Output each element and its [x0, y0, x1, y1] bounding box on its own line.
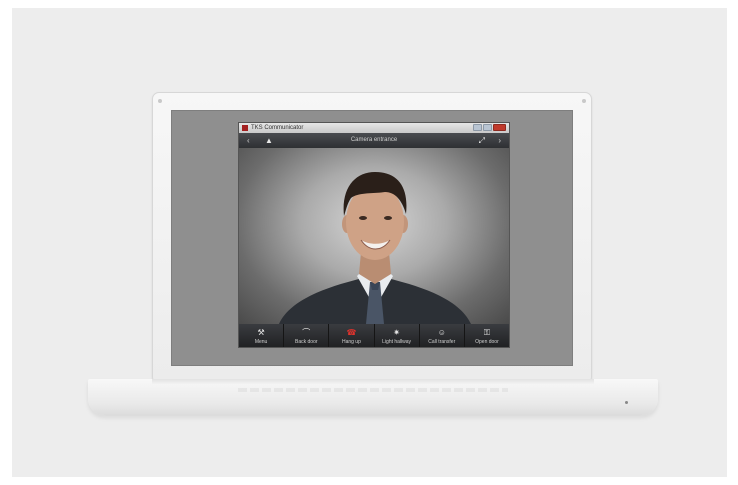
- camera-toolbar: ‹ ▲ Camera entrance ⤢ ›: [239, 133, 509, 149]
- action-label: Call transfer: [428, 338, 456, 345]
- app-window: TKS Communicator ‹ ▲ Camera entrance ⤢ ›: [238, 122, 510, 348]
- action-label: Menu: [254, 338, 268, 345]
- close-button[interactable]: [493, 124, 506, 131]
- hang-up-button[interactable]: ☎ Hang up: [329, 324, 375, 347]
- window-titlebar: TKS Communicator: [239, 123, 509, 133]
- laptop-keyboard-edge: [238, 388, 508, 392]
- camera-video-feed: [239, 148, 509, 324]
- call-transfer-button[interactable]: ☺ Call transfer: [420, 324, 465, 347]
- person-icon: ☺: [437, 327, 446, 337]
- maximize-button[interactable]: [483, 124, 492, 131]
- door-arc-icon: ⌒: [302, 327, 311, 337]
- minimize-button[interactable]: [473, 124, 482, 131]
- laptop-base: [88, 379, 658, 415]
- expand-icon[interactable]: ⤢: [479, 136, 485, 145]
- app-logo-icon: [242, 125, 248, 131]
- action-label: Light hallway: [382, 338, 412, 345]
- laptop-lid: TKS Communicator ‹ ▲ Camera entrance ⤢ ›: [152, 92, 592, 384]
- laptop-display: TKS Communicator ‹ ▲ Camera entrance ⤢ ›: [171, 110, 573, 366]
- wrench-icon: ⚒: [257, 327, 265, 337]
- menu-button[interactable]: ⚒ Menu: [239, 324, 285, 347]
- action-bar: ⚒ Menu ⌒ Back door ☎ Hang up ✷ Light hal…: [239, 324, 509, 347]
- power-led: [625, 401, 628, 404]
- window-title: TKS Communicator: [251, 125, 304, 131]
- action-label: Back door: [295, 338, 318, 345]
- action-label: Hang up: [341, 338, 361, 345]
- open-door-button[interactable]: ⚿ Open door: [465, 324, 509, 347]
- back-door-button[interactable]: ⌒ Back door: [284, 324, 330, 347]
- action-label: Open door: [475, 338, 499, 345]
- hang-up-icon: ☎: [346, 327, 357, 337]
- key-icon: ⚿: [483, 327, 490, 337]
- window-controls: [473, 124, 506, 132]
- camera-name: Camera entrance: [350, 137, 398, 143]
- light-hallway-button[interactable]: ✷ Light hallway: [375, 324, 420, 347]
- laptop-hinge: [152, 379, 594, 384]
- chevron-right-icon[interactable]: ›: [498, 136, 501, 145]
- screw-left: [158, 99, 162, 103]
- video-frame: [279, 172, 471, 324]
- light-icon: ✷: [393, 327, 400, 337]
- screw-right: [582, 99, 586, 103]
